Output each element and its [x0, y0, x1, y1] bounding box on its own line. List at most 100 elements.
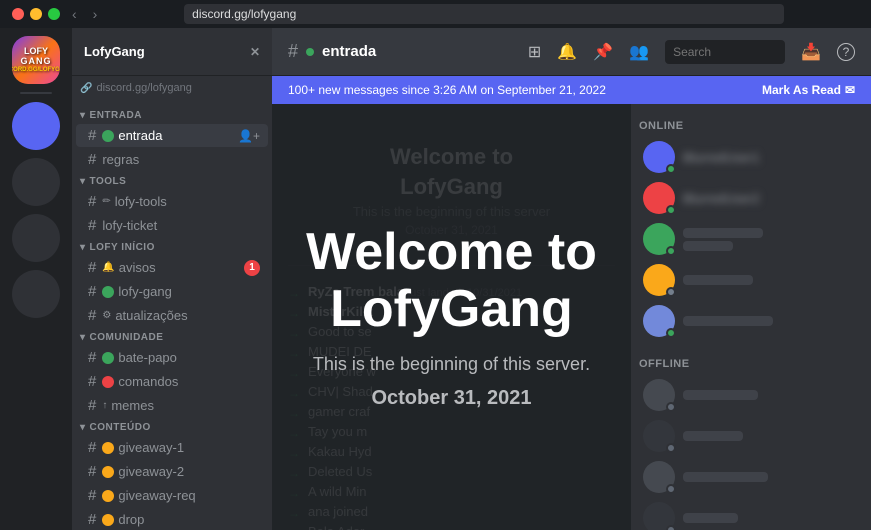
channel-item-memes[interactable]: # ↑ memes [76, 394, 268, 417]
messages-area[interactable]: Welcome to LofyGang This is the beginnin… [272, 104, 631, 530]
category-entrada[interactable]: ▾ENTRADA [72, 106, 272, 123]
blurred-tag-bar [683, 241, 733, 251]
member-avatar [643, 223, 675, 255]
channel-name: comandos [118, 374, 260, 389]
channel-item-regras[interactable]: # regras [76, 148, 268, 171]
pin-icon[interactable]: 📌 [593, 42, 613, 62]
category-comunidade[interactable]: ▾COMUNIDADE [72, 328, 272, 345]
list-item[interactable] [635, 416, 867, 456]
members-category-offline: OFFLINE [631, 342, 871, 374]
online-status [666, 328, 676, 338]
server-sidebar: LOFY GANG DISCORD.GG/LOFYGANG [0, 28, 72, 530]
thread-icon[interactable]: ⊞ [528, 42, 541, 62]
channel-item-giveaway-req[interactable]: # giveaway-req [76, 484, 268, 507]
status-dot [102, 466, 114, 478]
channel-item-giveaway-2[interactable]: # giveaway-2 [76, 460, 268, 483]
member-avatar [643, 502, 675, 530]
hash-icon: # [88, 193, 96, 210]
channel-item-avisos[interactable]: # 🔔 avisos 1 [76, 256, 268, 279]
members-icon[interactable]: 👥 [629, 42, 649, 62]
help-icon[interactable]: ? [837, 43, 855, 61]
channel-name: drop [118, 512, 260, 527]
hash-icon: # [88, 349, 96, 366]
user-icon: 👤+ [238, 129, 260, 143]
channel-name: entrada [118, 128, 234, 143]
server-icon-4[interactable] [12, 270, 60, 318]
minimize-button[interactable] [30, 8, 42, 20]
members-sidebar: ONLINE BlurredUser1 BlurredUser2 [631, 104, 871, 530]
server-invite-link: discord.gg/lofygang [96, 82, 191, 94]
welcome-date: October 31, 2021 [371, 387, 531, 410]
online-status [666, 164, 676, 174]
status-dot [102, 352, 114, 364]
mark-as-read-button[interactable]: Mark As Read ✉ [762, 83, 855, 97]
list-item[interactable]: BlurredUser2 [635, 178, 867, 218]
list-item[interactable] [635, 301, 867, 341]
bell-icon: 🔔 [102, 262, 114, 273]
channel-item-atualizacoes[interactable]: # ⚙ atualizações [76, 304, 268, 327]
list-item[interactable]: BlurredUser1 [635, 137, 867, 177]
channel-item-lofy-ticket[interactable]: # lofy-ticket [76, 214, 268, 237]
offline-status [666, 525, 676, 530]
hash-icon: # [88, 373, 96, 390]
app-body: LOFY GANG DISCORD.GG/LOFYGANG LofyGang ✕… [0, 28, 871, 530]
member-avatar [643, 420, 675, 452]
server-header[interactable]: LofyGang ✕ [72, 28, 272, 76]
offline-status [666, 443, 676, 453]
notification-bell-icon[interactable]: 🔔 [557, 42, 577, 62]
channel-name: giveaway-1 [118, 440, 260, 455]
channel-status-dot [306, 48, 314, 56]
server-name: LofyGang [84, 44, 145, 59]
channel-name: regras [102, 152, 260, 167]
members-category-online: ONLINE [631, 104, 871, 136]
channel-item-lofy-tools[interactable]: # ✏ lofy-tools [76, 190, 268, 213]
channel-item-giveaway-1[interactable]: # giveaway-1 [76, 436, 268, 459]
chat-area: # entrada ⊞ 🔔 📌 👥 📥 ? 100+ new messages … [272, 28, 871, 530]
channel-item-drop[interactable]: # drop [76, 508, 268, 530]
close-button[interactable] [12, 8, 24, 20]
channel-item-bate-papo[interactable]: # bate-papo [76, 346, 268, 369]
hash-icon: # [88, 439, 96, 456]
category-conteudo[interactable]: ▾CONTEÚDO [72, 418, 272, 435]
blurred-name-bar [683, 316, 773, 326]
list-item[interactable] [635, 498, 867, 530]
address-bar[interactable] [184, 4, 784, 24]
welcome-subtitle: This is the beginning of this server. [313, 354, 590, 375]
channel-item-comandos[interactable]: # comandos [76, 370, 268, 393]
channel-item-lofy-gang[interactable]: # lofy-gang [76, 280, 268, 303]
member-avatar [643, 182, 675, 214]
notification-text: 100+ new messages since 3:26 AM on Septe… [288, 83, 606, 97]
notification-badge: 1 [244, 260, 260, 276]
notification-bar: 100+ new messages since 3:26 AM on Septe… [272, 76, 871, 104]
list-item[interactable] [635, 260, 867, 300]
chat-search-input[interactable] [665, 40, 785, 64]
list-item[interactable] [635, 457, 867, 497]
list-item[interactable] [635, 375, 867, 415]
arrow-icon: ↑ [102, 400, 107, 411]
inbox-icon[interactable]: 📥 [801, 42, 821, 62]
category-lofy-inicio[interactable]: ▾LOFY INÍCIO [72, 238, 272, 255]
server-icon-1[interactable] [12, 102, 60, 150]
back-button[interactable]: ‹ [68, 4, 81, 24]
server-icon-2[interactable] [12, 158, 60, 206]
category-tools[interactable]: ▾TOOLS [72, 172, 272, 189]
blurred-name-bar [683, 275, 753, 285]
channel-name: giveaway-2 [118, 464, 260, 479]
list-item[interactable] [635, 219, 867, 259]
hash-icon: # [88, 397, 96, 414]
hash-icon: # [88, 151, 96, 168]
blurred-name-bar [683, 472, 768, 482]
status-dot [102, 286, 114, 298]
channel-item-entrada[interactable]: # entrada 👤+ [76, 124, 268, 147]
welcome-title: Welcome to LofyGang [306, 224, 597, 338]
hash-icon: # [88, 259, 96, 276]
channel-name: lofy-tools [115, 194, 260, 209]
hash-icon: # [88, 307, 96, 324]
maximize-button[interactable] [48, 8, 60, 20]
member-avatar [643, 461, 675, 493]
mark-as-read-label: Mark As Read [762, 83, 841, 97]
title-bar: ‹ › [0, 0, 871, 28]
server-icon-3[interactable] [12, 214, 60, 262]
forward-button[interactable]: › [89, 4, 102, 24]
server-icon-lofygang[interactable]: LOFY GANG DISCORD.GG/LOFYGANG [12, 36, 60, 84]
